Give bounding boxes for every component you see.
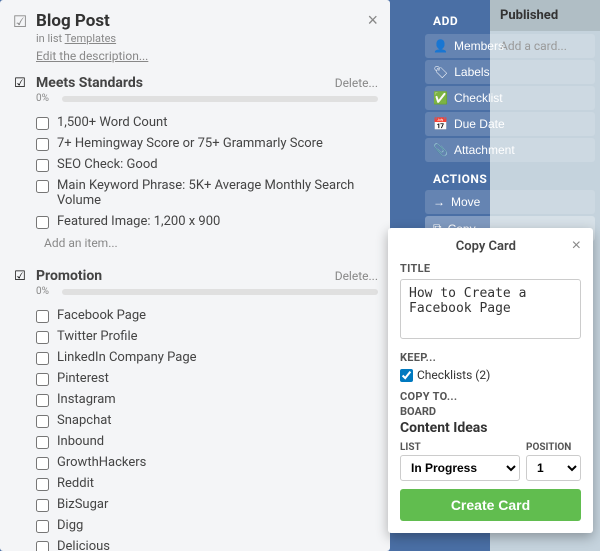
copy-to-row: List In Progress Position 1 <box>400 442 581 481</box>
list-item: Twitter Profile <box>12 326 378 347</box>
board-label: Board <box>400 405 581 418</box>
checklist-icon-1: ☑ <box>12 76 28 91</box>
checklist-checkbox[interactable] <box>36 117 49 130</box>
checklist-promotion: ☑ Promotion Delete... 0% Facebook Page T… <box>12 268 378 551</box>
checklist-checkbox[interactable] <box>36 352 49 365</box>
checklist-checkbox[interactable] <box>36 478 49 491</box>
progress-bar-bg-2 <box>62 289 378 295</box>
keep-section: Keep... Checklists (2) <box>400 351 581 382</box>
checklist-checkbox[interactable] <box>36 415 49 428</box>
attachment-icon: 📎 <box>433 143 448 157</box>
keep-label: Keep... <box>400 351 581 364</box>
list-item: Inbound <box>12 431 378 452</box>
checklist-title-1: Meets Standards <box>36 75 143 91</box>
copy-to-section: Copy to... Board Content Ideas List In P… <box>400 390 581 521</box>
progress-pct-2: 0% <box>36 286 56 297</box>
add-item-link-1[interactable]: Add an item... <box>12 232 378 254</box>
list-item: Main Keyword Phrase: 5K+ Average Monthly… <box>12 175 378 211</box>
checklist-button[interactable]: ✅ Checklist <box>425 86 595 110</box>
checklist-delete-1[interactable]: Delete... <box>335 76 378 90</box>
checklist-checkbox[interactable] <box>36 138 49 151</box>
create-card-button[interactable]: Create Card <box>400 489 581 521</box>
checklist-checkbox[interactable] <box>36 520 49 533</box>
due-date-icon: 📅 <box>433 117 448 131</box>
card-panel: ☑ Blog Post in list Templates × Edit the… <box>0 0 390 551</box>
copy-card-panel: Copy Card × Title How to Create a Facebo… <box>388 228 593 533</box>
list-item: 1,500+ Word Count <box>12 112 378 133</box>
list-item: Reddit <box>12 473 378 494</box>
checklist-title-2: Promotion <box>36 268 102 284</box>
move-icon: → <box>433 195 445 209</box>
copy-title-input[interactable]: How to Create a Facebook Page <box>400 279 581 339</box>
position-select[interactable]: 1 <box>526 455 581 481</box>
card-list-link[interactable]: Templates <box>65 32 116 45</box>
checklist-delete-2[interactable]: Delete... <box>335 269 378 283</box>
checklist-checkbox[interactable] <box>36 180 49 193</box>
checklist-checkbox[interactable] <box>36 331 49 344</box>
add-section-label: Add <box>425 10 595 34</box>
title-label: Title <box>400 262 581 275</box>
labels-button[interactable]: 🏷 Labels <box>425 60 595 84</box>
keep-item-checklists: Checklists (2) <box>400 368 581 382</box>
position-field-label: Position <box>526 442 581 453</box>
list-select[interactable]: In Progress <box>400 455 520 481</box>
checklist-meets-standards: ☑ Meets Standards Delete... 0% 1,500+ Wo… <box>12 75 378 254</box>
labels-icon: 🏷 <box>433 65 448 79</box>
card-list-info: in list Templates <box>36 32 359 45</box>
list-item: Featured Image: 1,200 x 900 <box>12 211 378 232</box>
card-title: Blog Post <box>36 10 359 32</box>
checklist-checkbox[interactable] <box>36 373 49 386</box>
list-item: Snapchat <box>12 410 378 431</box>
list-item: Facebook Page <box>12 305 378 326</box>
due-date-button[interactable]: 📅 Due Date <box>425 112 595 136</box>
copy-to-label: Copy to... <box>400 390 581 403</box>
copy-panel-close-button[interactable]: × <box>572 238 581 254</box>
checklist-checkbox[interactable] <box>36 310 49 323</box>
checklist-checkbox[interactable] <box>36 436 49 449</box>
list-item: GrowthHackers <box>12 452 378 473</box>
checklist-checkbox[interactable] <box>36 499 49 512</box>
list-field: List In Progress <box>400 442 520 481</box>
members-button[interactable]: 👤 Members <box>425 34 595 58</box>
checklist-icon-2: ☑ <box>12 269 28 284</box>
progress-pct-1: 0% <box>36 93 56 104</box>
move-button[interactable]: → Move <box>425 190 595 214</box>
list-item: Digg <box>12 515 378 536</box>
keep-checklists-checkbox[interactable] <box>400 369 413 382</box>
progress-bar-bg-1 <box>62 96 378 102</box>
position-field: Position 1 <box>526 442 581 481</box>
list-item: Pinterest <box>12 368 378 389</box>
add-actions-panel: Add 👤 Members 🏷 Labels ✅ Checklist 📅 Due… <box>425 10 595 243</box>
attachment-button[interactable]: 📎 Attachment <box>425 138 595 162</box>
board-value: Content Ideas <box>400 420 581 436</box>
list-item: Instagram <box>12 389 378 410</box>
list-item: 7+ Hemingway Score or 75+ Grammarly Scor… <box>12 133 378 154</box>
list-item: Delicious <box>12 536 378 551</box>
list-item: LinkedIn Company Page <box>12 347 378 368</box>
checklist-checkbox[interactable] <box>36 216 49 229</box>
list-field-label: List <box>400 442 520 453</box>
checklist-checkbox[interactable] <box>36 541 49 551</box>
members-icon: 👤 <box>433 39 448 53</box>
copy-panel-title: Copy Card <box>400 239 572 254</box>
close-card-button[interactable]: × <box>367 10 378 31</box>
card-checklist-icon: ☑ <box>12 12 28 31</box>
checklist-checkbox[interactable] <box>36 394 49 407</box>
actions-section-label: Actions <box>425 164 595 190</box>
edit-description-link[interactable]: Edit the description... <box>12 49 378 63</box>
list-item: BizSugar <box>12 494 378 515</box>
checklist-checkbox[interactable] <box>36 457 49 470</box>
list-item: SEO Check: Good <box>12 154 378 175</box>
checklist-checkbox[interactable] <box>36 159 49 172</box>
keep-checklists-label: Checklists (2) <box>417 368 490 382</box>
checklist-icon: ✅ <box>433 91 448 105</box>
